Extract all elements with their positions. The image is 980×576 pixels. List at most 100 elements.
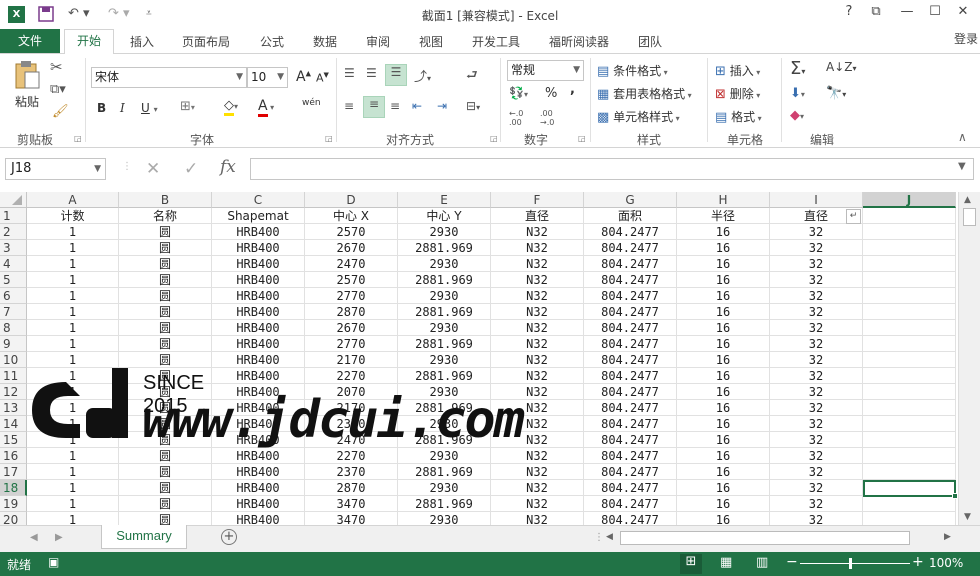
table-cell[interactable]: 1 <box>27 512 119 525</box>
table-cell[interactable]: 圆 <box>119 288 212 304</box>
table-cell[interactable]: N32 <box>491 496 584 512</box>
table-cell[interactable]: 2930 <box>398 224 491 240</box>
row-header[interactable]: 1 <box>0 208 27 224</box>
table-cell[interactable]: N32 <box>491 288 584 304</box>
zoom-level[interactable]: 100% <box>929 556 963 570</box>
tab-developer[interactable]: 开发工具 <box>472 33 520 50</box>
table-cell[interactable]: HRB400 <box>212 320 305 336</box>
table-cell[interactable]: HRB400 <box>212 432 305 448</box>
page-break-view-icon[interactable]: ▥ <box>756 555 768 570</box>
table-cell[interactable]: N32 <box>491 432 584 448</box>
row-header[interactable]: 15 <box>0 432 27 448</box>
table-cell[interactable]: 2670 <box>305 320 398 336</box>
table-cell[interactable]: 804.2477 <box>584 320 677 336</box>
align-right-icon[interactable]: ≡ <box>390 99 400 113</box>
table-cell[interactable]: N32 <box>491 320 584 336</box>
table-cell[interactable]: 圆 <box>119 240 212 256</box>
table-cell[interactable]: 16 <box>677 272 770 288</box>
align-top-icon[interactable]: ☰ <box>344 66 355 80</box>
maximize-button[interactable]: ☐ <box>924 4 946 24</box>
cell-styles-button[interactable]: ▩ 单元格样式 ▾ <box>597 108 680 125</box>
underline-button[interactable]: U ▾ <box>141 101 158 115</box>
bold-button[interactable]: B <box>97 101 106 115</box>
header-cell[interactable]: 直径 <box>491 208 584 224</box>
table-cell[interactable]: 804.2477 <box>584 496 677 512</box>
table-cell[interactable]: 32 <box>770 352 863 368</box>
scroll-right-icon[interactable]: ▶ <box>944 532 951 542</box>
table-cell[interactable]: 圆 <box>119 464 212 480</box>
table-cell[interactable]: 2881.969 <box>398 464 491 480</box>
table-cell[interactable]: 1 <box>27 240 119 256</box>
row-header[interactable]: 2 <box>0 224 27 240</box>
insert-cells-button[interactable]: ⊞ 插入 ▾ <box>715 62 760 79</box>
table-cell[interactable]: 16 <box>677 240 770 256</box>
copy-icon[interactable]: ⧉▾ <box>50 82 66 97</box>
table-cell[interactable]: 16 <box>677 304 770 320</box>
table-cell[interactable]: 32 <box>770 368 863 384</box>
table-cell[interactable]: 16 <box>677 352 770 368</box>
table-cell[interactable] <box>863 400 956 416</box>
grow-font-button[interactable]: A▲ <box>296 69 311 85</box>
table-cell[interactable]: N32 <box>491 224 584 240</box>
table-cell[interactable]: HRB400 <box>212 400 305 416</box>
table-cell[interactable]: 16 <box>677 496 770 512</box>
select-all-corner[interactable] <box>0 192 27 208</box>
table-cell[interactable]: 804.2477 <box>584 256 677 272</box>
table-cell[interactable]: 32 <box>770 272 863 288</box>
column-header-i[interactable]: I <box>770 192 863 208</box>
table-cell[interactable]: 804.2477 <box>584 224 677 240</box>
table-cell[interactable]: 1 <box>27 320 119 336</box>
table-cell[interactable]: 16 <box>677 256 770 272</box>
table-cell[interactable]: 2881.969 <box>398 304 491 320</box>
table-cell[interactable]: 2170 <box>305 400 398 416</box>
find-select-icon[interactable]: 🔭▾ <box>826 86 846 101</box>
ribbon-display-button[interactable]: ⧉ <box>865 4 887 24</box>
number-launcher-icon[interactable]: ◲ <box>578 134 586 143</box>
table-cell[interactable]: 圆 <box>119 400 212 416</box>
table-cell[interactable]: 32 <box>770 288 863 304</box>
percent-button[interactable]: % <box>545 86 557 101</box>
tab-page-layout[interactable]: 页面布局 <box>182 33 230 50</box>
row-header[interactable]: 9 <box>0 336 27 352</box>
table-cell[interactable] <box>863 416 956 432</box>
table-cell[interactable]: HRB400 <box>212 368 305 384</box>
table-cell[interactable]: N32 <box>491 240 584 256</box>
table-cell[interactable]: 32 <box>770 224 863 240</box>
table-cell[interactable]: 2870 <box>305 304 398 320</box>
table-cell[interactable]: 32 <box>770 448 863 464</box>
table-cell[interactable]: 圆 <box>119 448 212 464</box>
table-cell[interactable]: 2930 <box>398 512 491 525</box>
phonetic-button[interactable]: wén <box>302 98 321 108</box>
table-cell[interactable]: 圆 <box>119 496 212 512</box>
scroll-thumb[interactable] <box>963 208 976 226</box>
table-cell[interactable]: 圆 <box>119 480 212 496</box>
table-cell[interactable] <box>863 336 956 352</box>
table-cell[interactable]: 16 <box>677 224 770 240</box>
table-cell[interactable]: 32 <box>770 320 863 336</box>
prev-sheet-icon[interactable]: ◀ <box>30 532 38 543</box>
normal-view-icon[interactable]: ⊞ <box>680 554 702 574</box>
italic-button[interactable]: I <box>120 101 125 115</box>
format-cells-button[interactable]: ▤ 格式 ▾ <box>715 108 762 125</box>
table-cell[interactable]: N32 <box>491 464 584 480</box>
column-header-a[interactable]: A <box>27 192 119 208</box>
table-cell[interactable]: 2570 <box>305 224 398 240</box>
table-cell[interactable] <box>863 496 956 512</box>
table-cell[interactable]: 1 <box>27 384 119 400</box>
table-cell[interactable]: 圆 <box>119 304 212 320</box>
vertical-scrollbar[interactable]: ▲ ▼ <box>958 192 980 525</box>
table-cell[interactable]: 2881.969 <box>398 368 491 384</box>
merge-center-icon[interactable]: ⊟▾ <box>466 99 480 113</box>
table-cell[interactable]: 16 <box>677 448 770 464</box>
table-cell[interactable]: 2881.969 <box>398 496 491 512</box>
table-cell[interactable]: 32 <box>770 432 863 448</box>
insert-function-button[interactable]: fx <box>220 157 236 177</box>
table-cell[interactable]: N32 <box>491 272 584 288</box>
macro-record-icon[interactable]: ▣ <box>48 555 59 569</box>
increase-decimal-icon[interactable]: ←.0.00 <box>509 109 523 127</box>
row-header[interactable]: 6 <box>0 288 27 304</box>
row-header[interactable]: 7 <box>0 304 27 320</box>
table-cell[interactable]: 圆 <box>119 416 212 432</box>
table-cell[interactable]: HRB400 <box>212 448 305 464</box>
formula-input[interactable] <box>250 158 974 180</box>
